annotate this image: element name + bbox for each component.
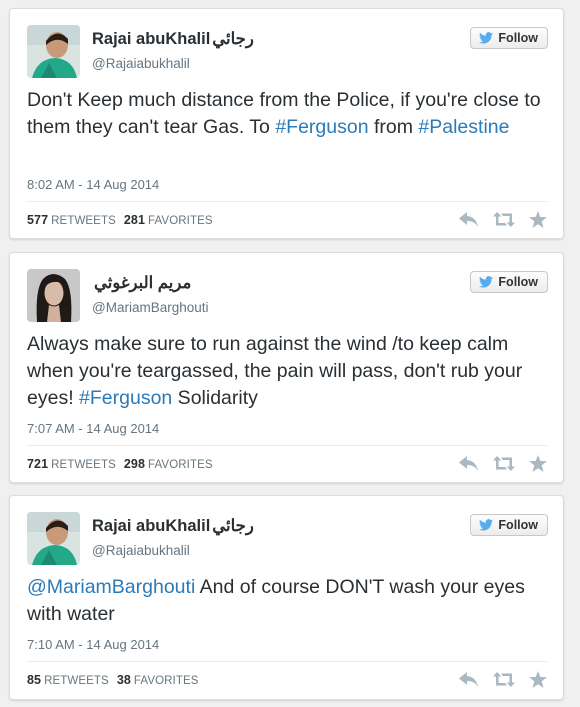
star-icon[interactable] <box>529 671 547 688</box>
tweet-text-segment: from <box>368 116 419 138</box>
tweet-text: Don't Keep much distance from the Police… <box>27 87 545 141</box>
twitter-bird-icon <box>479 32 494 44</box>
retweet-count[interactable]: 721 RETWEETS <box>27 457 116 471</box>
display-name-text: Rajai abuKhalil <box>92 30 211 48</box>
reply-icon[interactable] <box>459 211 479 228</box>
twitter-bird-icon <box>479 276 494 288</box>
tweet-text: @MariamBarghouti And of course DON'T was… <box>27 574 545 628</box>
display-name[interactable]: Rajai abuKhalil رجائي <box>92 516 254 536</box>
tweet-actions <box>459 455 547 472</box>
tweet-actions <box>459 671 547 688</box>
tweet-text-segment: Solidarity <box>172 387 258 409</box>
favorite-count[interactable]: 38 FAVORITES <box>117 673 199 687</box>
retweet-icon[interactable] <box>493 212 515 227</box>
mention-link[interactable]: @MariamBarghouti <box>27 576 195 598</box>
hashtag-link[interactable]: #Ferguson <box>79 387 172 409</box>
tweet-timestamp[interactable]: 8:02 AM - 14 Aug 2014 <box>27 177 159 192</box>
display-name-arabic: رجائي <box>212 517 254 535</box>
display-name[interactable]: مريم البرغوثي <box>92 273 191 293</box>
tweet-card: Rajai abuKhalil رجائي @Rajaiabukhalil Fol… <box>9 8 564 239</box>
display-name-arabic: مريم البرغوثي <box>94 274 192 292</box>
hashtag-link[interactable]: #Palestine <box>418 116 509 138</box>
divider <box>27 661 547 662</box>
tweet-timestamp[interactable]: 7:10 AM - 14 Aug 2014 <box>27 637 159 652</box>
user-handle[interactable]: @Rajaiabukhalil <box>92 543 190 558</box>
reply-icon[interactable] <box>459 455 479 472</box>
divider <box>27 445 547 446</box>
divider <box>27 201 547 202</box>
retweet-count[interactable]: 85 RETWEETS <box>27 673 109 687</box>
follow-button[interactable]: Follow <box>470 271 548 293</box>
retweet-icon[interactable] <box>493 456 515 471</box>
tweet-text: Always make sure to run against the wind… <box>27 331 545 412</box>
avatar[interactable] <box>27 269 80 322</box>
star-icon[interactable] <box>529 455 547 472</box>
tweet-card: مريم البرغوثي @MariamBarghouti Follow Al… <box>9 252 564 483</box>
favorite-count[interactable]: 298 FAVORITES <box>124 457 213 471</box>
user-handle[interactable]: @Rajaiabukhalil <box>92 56 190 71</box>
tweet-stats: 85 RETWEETS 38 FAVORITES <box>27 673 199 687</box>
reply-icon[interactable] <box>459 671 479 688</box>
follow-label: Follow <box>498 275 538 289</box>
twitter-bird-icon <box>479 519 494 531</box>
star-icon[interactable] <box>529 211 547 228</box>
user-handle[interactable]: @MariamBarghouti <box>92 300 209 315</box>
favorite-count[interactable]: 281 FAVORITES <box>124 213 213 227</box>
display-name[interactable]: Rajai abuKhalil رجائي <box>92 29 254 49</box>
tweet-timestamp[interactable]: 7:07 AM - 14 Aug 2014 <box>27 421 159 436</box>
display-name-text: Rajai abuKhalil <box>92 517 211 535</box>
avatar[interactable] <box>27 512 80 565</box>
display-name-arabic: رجائي <box>212 30 254 48</box>
tweet-card: Rajai abuKhalil رجائي @Rajaiabukhalil Fol… <box>9 495 564 700</box>
hashtag-link[interactable]: #Ferguson <box>275 116 368 138</box>
retweet-count[interactable]: 577 RETWEETS <box>27 213 116 227</box>
tweet-stats: 577 RETWEETS 281 FAVORITES <box>27 213 213 227</box>
follow-button[interactable]: Follow <box>470 514 548 536</box>
follow-button[interactable]: Follow <box>470 27 548 49</box>
follow-label: Follow <box>498 31 538 45</box>
retweet-icon[interactable] <box>493 672 515 687</box>
tweet-actions <box>459 211 547 228</box>
avatar[interactable] <box>27 25 80 78</box>
follow-label: Follow <box>498 518 538 532</box>
tweet-stats: 721 RETWEETS 298 FAVORITES <box>27 457 213 471</box>
